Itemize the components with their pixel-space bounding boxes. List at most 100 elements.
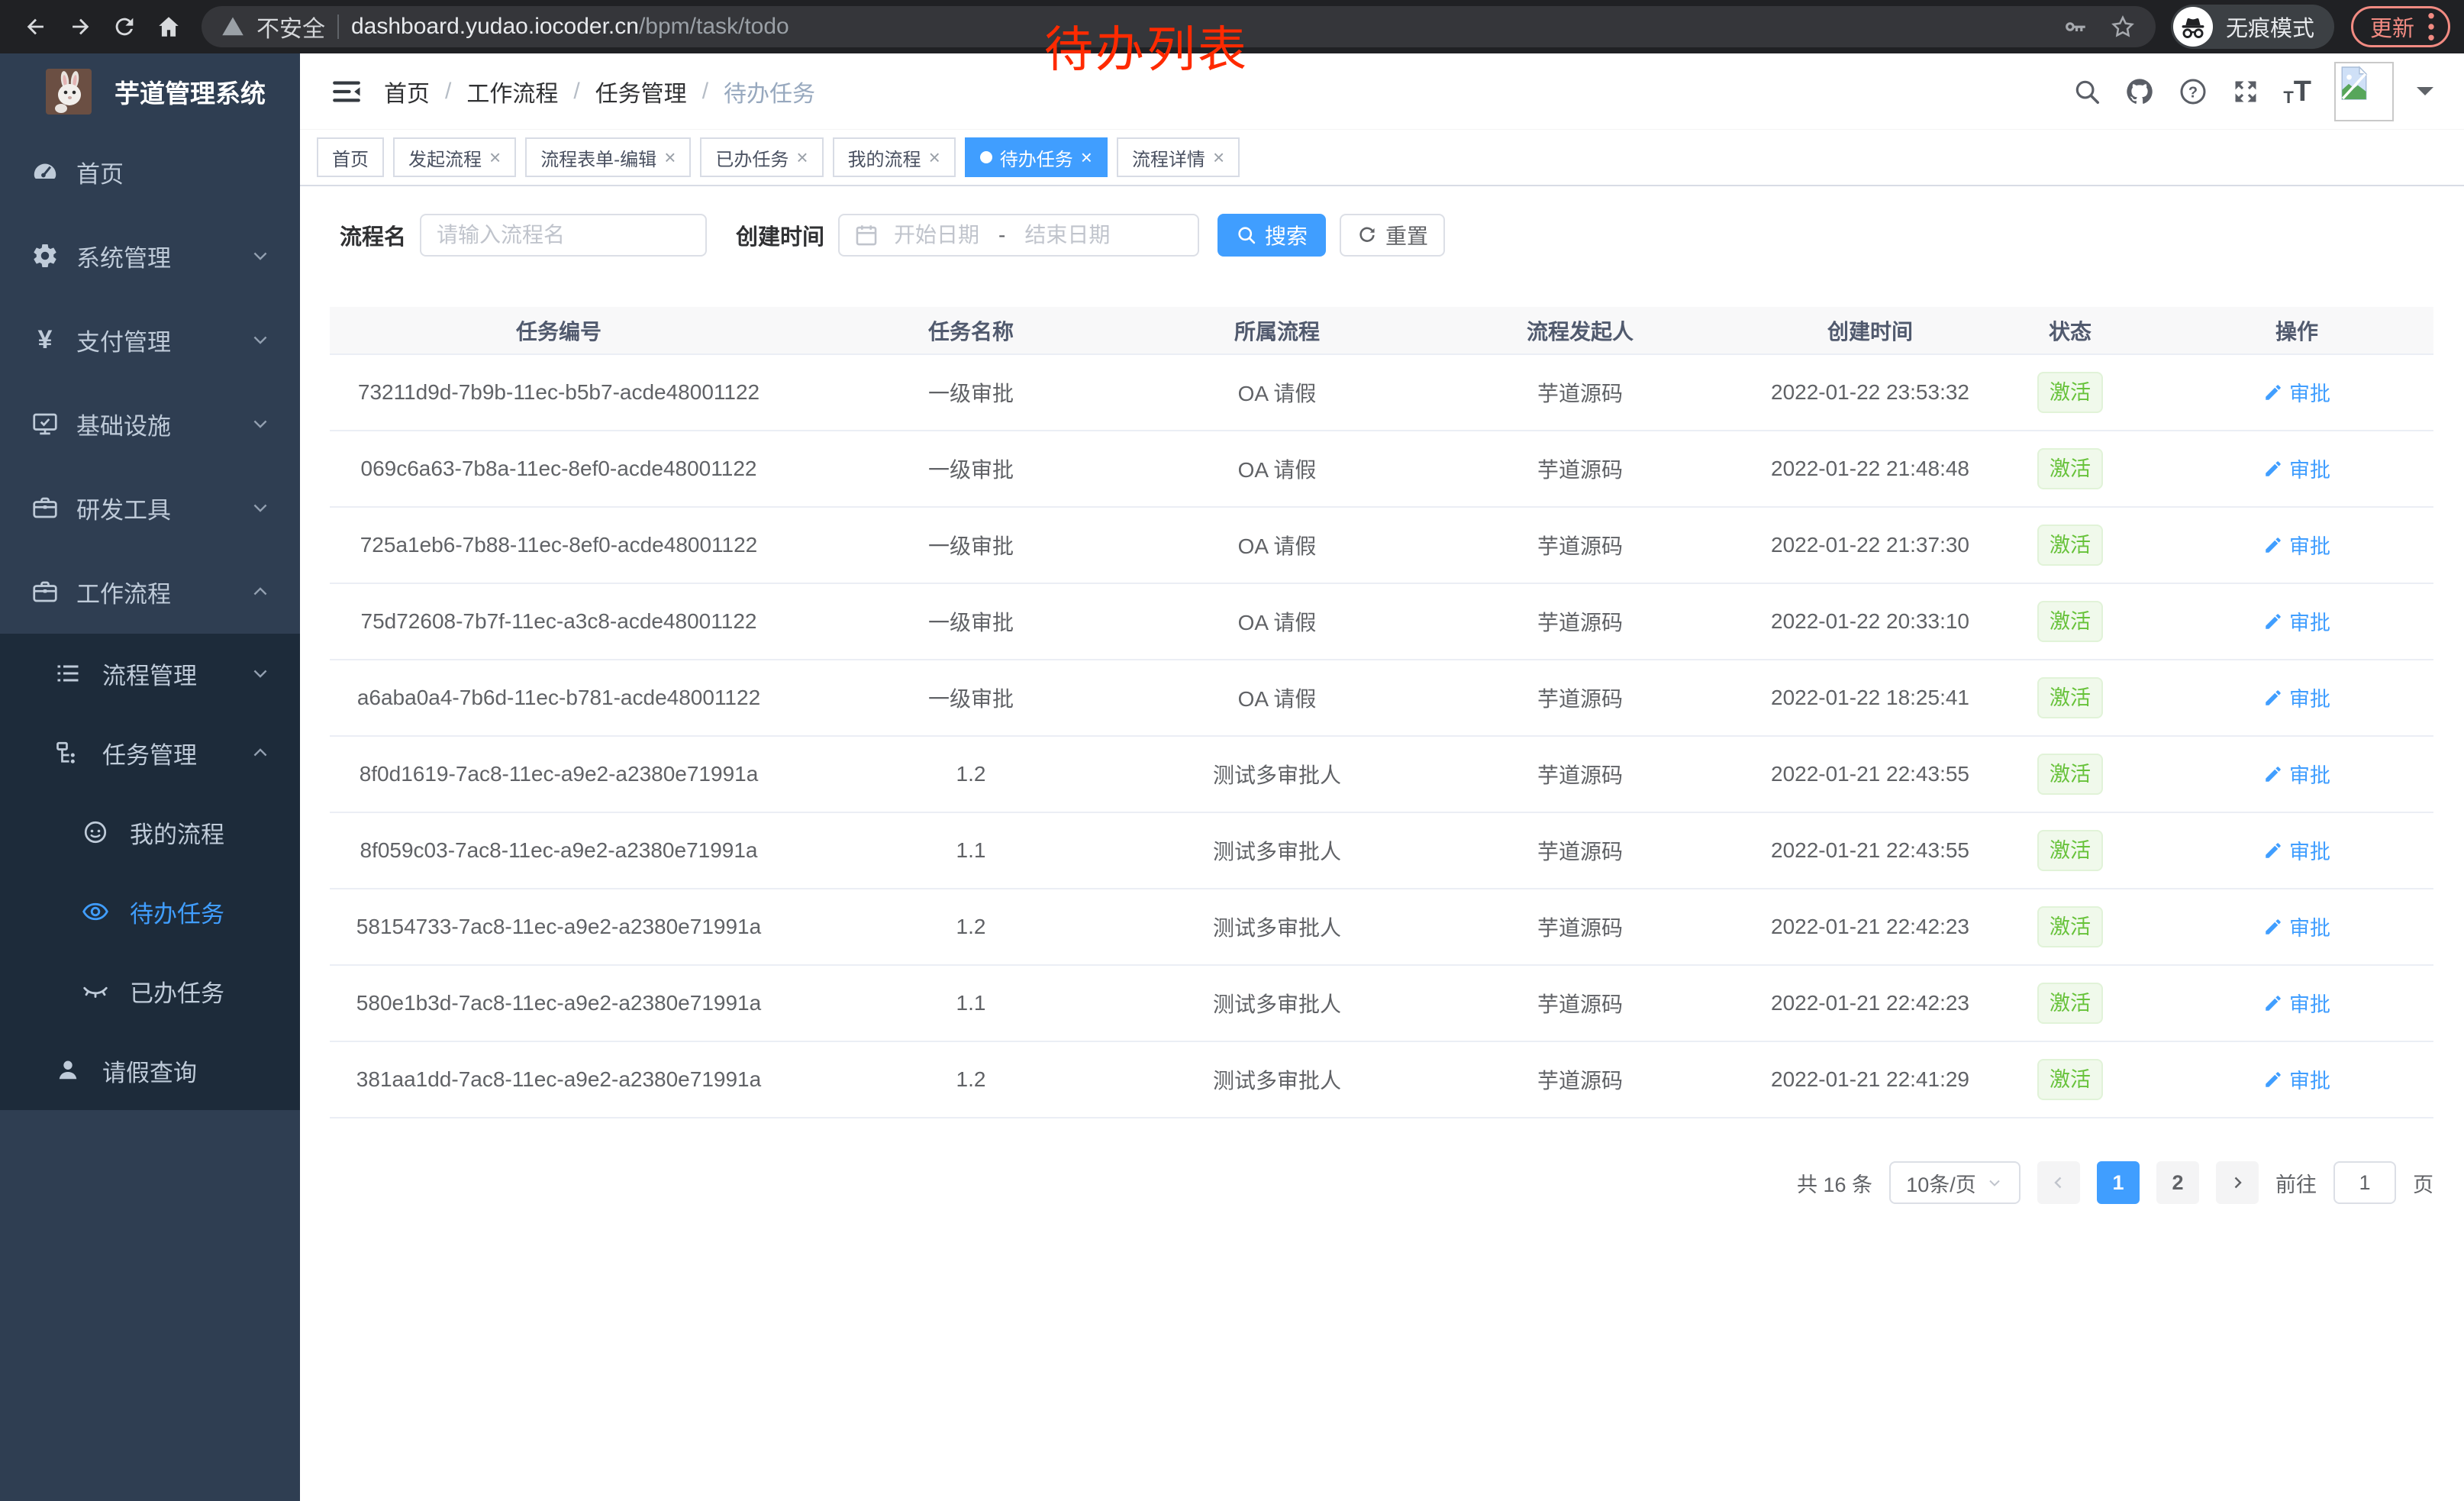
- table-row: 8f059c03-7ac8-11ec-a9e2-a2380e71991a 1.1…: [330, 812, 2433, 889]
- fullscreen-icon[interactable]: [2231, 77, 2260, 106]
- approve-link[interactable]: 审批: [2263, 377, 2330, 407]
- update-button[interactable]: 更新: [2351, 6, 2450, 47]
- status-badge: 激活: [2037, 525, 2103, 566]
- sidebar-item-todo-tasks[interactable]: 待办任务: [0, 872, 300, 951]
- table-row: a6aba0a4-7b6d-11ec-b781-acde48001122 一级审…: [330, 660, 2433, 736]
- reset-button[interactable]: 重置: [1340, 214, 1445, 257]
- svg-text:?: ?: [2188, 84, 2198, 101]
- sidebar-item-payment[interactable]: ¥ 支付管理: [0, 298, 300, 382]
- date-range-picker[interactable]: -: [838, 214, 1199, 257]
- chevron-down-icon: [250, 663, 271, 684]
- tab-close-icon[interactable]: ×: [489, 147, 501, 167]
- tab-home[interactable]: 首页: [317, 137, 384, 177]
- tab-process-form-edit[interactable]: 流程表单-编辑 ×: [525, 137, 691, 177]
- task-process: OA 请假: [1154, 354, 1400, 431]
- avatar-dropdown-caret-icon[interactable]: [2417, 87, 2433, 104]
- status-badge: 激活: [2037, 754, 2103, 795]
- browser-home-icon[interactable]: [147, 5, 191, 49]
- sidebar-item-my-process[interactable]: 我的流程: [0, 792, 300, 872]
- browser-forward-icon[interactable]: [58, 5, 102, 49]
- task-id: 75d72608-7b7f-11ec-a3c8-acde48001122: [330, 583, 788, 660]
- search-button[interactable]: 搜索: [1217, 214, 1326, 257]
- approve-link[interactable]: 审批: [2263, 835, 2330, 865]
- tab-my-process[interactable]: 我的流程 ×: [833, 137, 956, 177]
- approve-link[interactable]: 审批: [2263, 454, 2330, 483]
- browser-menu-kebab-icon[interactable]: [2427, 11, 2436, 42]
- tab-close-icon[interactable]: ×: [929, 147, 940, 167]
- status-badge: 激活: [2037, 983, 2103, 1024]
- next-page-button[interactable]: [2216, 1161, 2259, 1204]
- sidebar-menu: 首页 系统管理 ¥ 支付管理: [0, 130, 300, 1110]
- incognito-badge: 无痕模式: [2171, 5, 2334, 49]
- goto-page-input[interactable]: [2333, 1161, 2396, 1204]
- font-size-icon[interactable]: TT: [2283, 77, 2311, 106]
- help-icon[interactable]: ?: [2178, 76, 2208, 107]
- yen-icon: ¥: [31, 327, 60, 353]
- url-text: dashboard.yudao.iocoder.cn/bpm/task/todo: [351, 14, 789, 40]
- sidebar-item-dev-tools[interactable]: 研发工具: [0, 466, 300, 550]
- sidebar-item-home[interactable]: 首页: [0, 130, 300, 214]
- sidebar-item-process-management[interactable]: 流程管理: [0, 634, 300, 713]
- tab-process-detail[interactable]: 流程详情 ×: [1117, 137, 1240, 177]
- table-row: 580e1b3d-7ac8-11ec-a9e2-a2380e71991a 1.1…: [330, 965, 2433, 1041]
- approve-link[interactable]: 审批: [2263, 530, 2330, 560]
- sidebar-item-done-tasks[interactable]: 已办任务: [0, 951, 300, 1031]
- col-status: 状态: [1980, 307, 2160, 354]
- key-icon[interactable]: [2062, 14, 2088, 40]
- chevron-up-icon: [250, 742, 271, 763]
- avatar[interactable]: [2334, 62, 2394, 121]
- page-content: 流程名 创建时间 - 搜索: [300, 186, 2464, 1501]
- approve-link[interactable]: 审批: [2263, 912, 2330, 941]
- breadcrumb-workflow[interactable]: 工作流程: [466, 75, 558, 108]
- breadcrumb-task-management[interactable]: 任务管理: [595, 75, 687, 108]
- task-process: OA 请假: [1154, 507, 1400, 583]
- tab-close-icon[interactable]: ×: [1081, 147, 1092, 167]
- approve-link[interactable]: 审批: [2263, 606, 2330, 636]
- tab-done-tasks[interactable]: 已办任务 ×: [700, 137, 823, 177]
- bookmark-star-icon[interactable]: [2110, 14, 2136, 40]
- github-icon[interactable]: [2124, 76, 2155, 107]
- search-icon[interactable]: [2072, 77, 2101, 106]
- page-button-1[interactable]: 1: [2097, 1161, 2140, 1204]
- sidebar-item-task-management[interactable]: 任务管理: [0, 713, 300, 792]
- end-date-input[interactable]: [1010, 223, 1124, 247]
- sidebar-item-infrastructure[interactable]: 基础设施: [0, 382, 300, 466]
- task-initiator: 芋道源码: [1400, 354, 1760, 431]
- approve-link[interactable]: 审批: [2263, 683, 2330, 712]
- monitor-icon: [31, 410, 60, 437]
- task-created: 2022-01-21 22:43:55: [1760, 736, 1980, 812]
- task-id: 580e1b3d-7ac8-11ec-a9e2-a2380e71991a: [330, 965, 788, 1041]
- page-button-2[interactable]: 2: [2156, 1161, 2199, 1204]
- pagination-total: 共 16 条: [1797, 1168, 1872, 1198]
- approve-link[interactable]: 审批: [2263, 1064, 2330, 1094]
- table-row: 75d72608-7b7f-11ec-a3c8-acde48001122 一级审…: [330, 583, 2433, 660]
- approve-link[interactable]: 审批: [2263, 759, 2330, 789]
- sidebar-collapse-icon[interactable]: [331, 76, 363, 108]
- sidebar-item-workflow[interactable]: 工作流程: [0, 550, 300, 634]
- not-secure-warning-icon: [221, 15, 244, 38]
- browser-back-icon[interactable]: [14, 5, 58, 49]
- task-process: 测试多审批人: [1154, 812, 1400, 889]
- tab-todo-tasks[interactable]: 待办任务 ×: [965, 137, 1108, 177]
- task-initiator: 芋道源码: [1400, 889, 1760, 965]
- tab-close-icon[interactable]: ×: [1213, 147, 1224, 167]
- breadcrumb-home[interactable]: 首页: [384, 75, 430, 108]
- sidebar-item-leave-query[interactable]: 请假查询: [0, 1031, 300, 1110]
- page-size-select[interactable]: 10条/页: [1889, 1161, 2021, 1204]
- sidebar-item-label: 已办任务: [130, 974, 224, 1009]
- prev-page-button[interactable]: [2037, 1161, 2080, 1204]
- goto-label: 前往: [2275, 1168, 2317, 1198]
- task-name: 一级审批: [788, 507, 1154, 583]
- sidebar-item-system[interactable]: 系统管理: [0, 214, 300, 298]
- tab-start-process[interactable]: 发起流程 ×: [393, 137, 516, 177]
- status-badge: 激活: [2037, 906, 2103, 947]
- task-name: 1.2: [788, 736, 1154, 812]
- approve-link[interactable]: 审批: [2263, 988, 2330, 1018]
- process-name-input[interactable]: [420, 214, 707, 257]
- browser-reload-icon[interactable]: [102, 5, 147, 49]
- tab-close-icon[interactable]: ×: [664, 147, 676, 167]
- tab-close-icon[interactable]: ×: [796, 147, 808, 167]
- start-date-input[interactable]: [879, 223, 994, 247]
- col-create-time: 创建时间: [1760, 307, 1980, 354]
- task-process: OA 请假: [1154, 583, 1400, 660]
